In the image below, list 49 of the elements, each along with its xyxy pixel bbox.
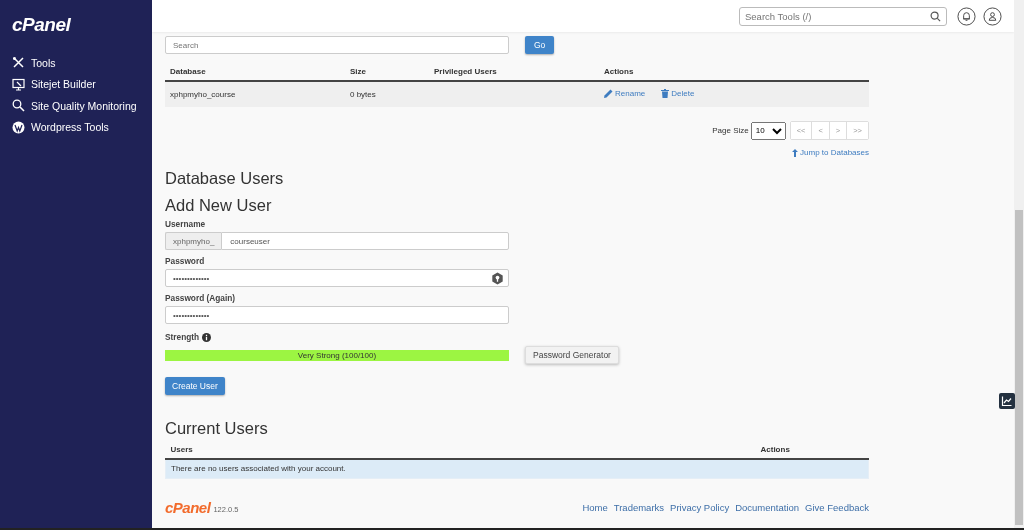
password-generator-button[interactable]: Password Generator	[525, 346, 619, 364]
footer-link[interactable]: Give Feedback	[805, 501, 869, 513]
action-link[interactable]: Rename	[604, 89, 646, 98]
info-icon[interactable]	[202, 332, 212, 342]
section-heading: Database Users	[165, 169, 284, 188]
field-label: Username	[165, 219, 206, 229]
sidebar-item[interactable]: Wordpress Tools	[12, 116, 109, 138]
field-label: Password (Again)	[165, 293, 236, 303]
chart-icon[interactable]	[999, 393, 1015, 409]
section-heading: Current Users	[165, 419, 268, 438]
sidebar-item[interactable]: Sitejet Builder	[12, 73, 96, 95]
sidebar-item[interactable]: Tools	[12, 52, 56, 74]
page-size-select[interactable]: 10	[750, 121, 786, 140]
arrow-up-icon	[792, 148, 799, 157]
magnifier-icon	[12, 99, 25, 113]
database-search-field[interactable]: Search	[165, 36, 509, 54]
table-cell: xphpmyho_course	[165, 81, 345, 107]
password-again-field[interactable]: •••••••••••••	[165, 306, 509, 324]
username-prefix: xphpmyho_	[165, 232, 222, 250]
user-profile-icon[interactable]	[983, 6, 1002, 26]
footer-link[interactable]: Documentation	[735, 501, 800, 513]
field-label: Strength	[165, 332, 200, 342]
scrollbar[interactable]	[1014, 0, 1024, 528]
cpanel-logo[interactable]: cPanel	[165, 498, 211, 516]
trash-icon	[661, 89, 670, 98]
footer-link[interactable]: Trademarks	[613, 501, 665, 513]
section-heading: Add New User	[165, 196, 272, 215]
sidebar-item[interactable]: Site Quality Monitoring	[12, 95, 137, 117]
footer-link[interactable]: Privacy Policy	[670, 501, 730, 513]
field-label: Password	[165, 256, 205, 266]
tools-icon	[12, 56, 25, 70]
search-icon	[930, 10, 941, 22]
page-size-label: Page Size	[712, 126, 749, 135]
footer-link[interactable]: Home	[582, 501, 608, 513]
monitor-icon	[12, 77, 25, 91]
cpanel-logo[interactable]: cPanel	[12, 14, 71, 36]
jump-to-databases-link[interactable]: Jump to Databases	[792, 148, 869, 157]
create-user-button[interactable]: Create User	[165, 377, 225, 395]
go-button[interactable]: Go	[525, 36, 555, 54]
table-cell: 0 bytes	[345, 81, 429, 107]
password-field[interactable]: •••••••••••••	[165, 269, 509, 287]
pencil-icon	[604, 89, 613, 98]
action-link[interactable]: Delete	[661, 89, 695, 98]
key-icon[interactable]	[491, 272, 504, 285]
search-tools-field[interactable]: Search Tools (/)	[739, 6, 947, 26]
notification-bell-icon[interactable]	[957, 6, 976, 26]
strength-reading: Very Strong (100/100)	[296, 349, 378, 361]
wordpress-icon	[12, 120, 25, 134]
username-field[interactable]: courseuser	[221, 232, 509, 250]
